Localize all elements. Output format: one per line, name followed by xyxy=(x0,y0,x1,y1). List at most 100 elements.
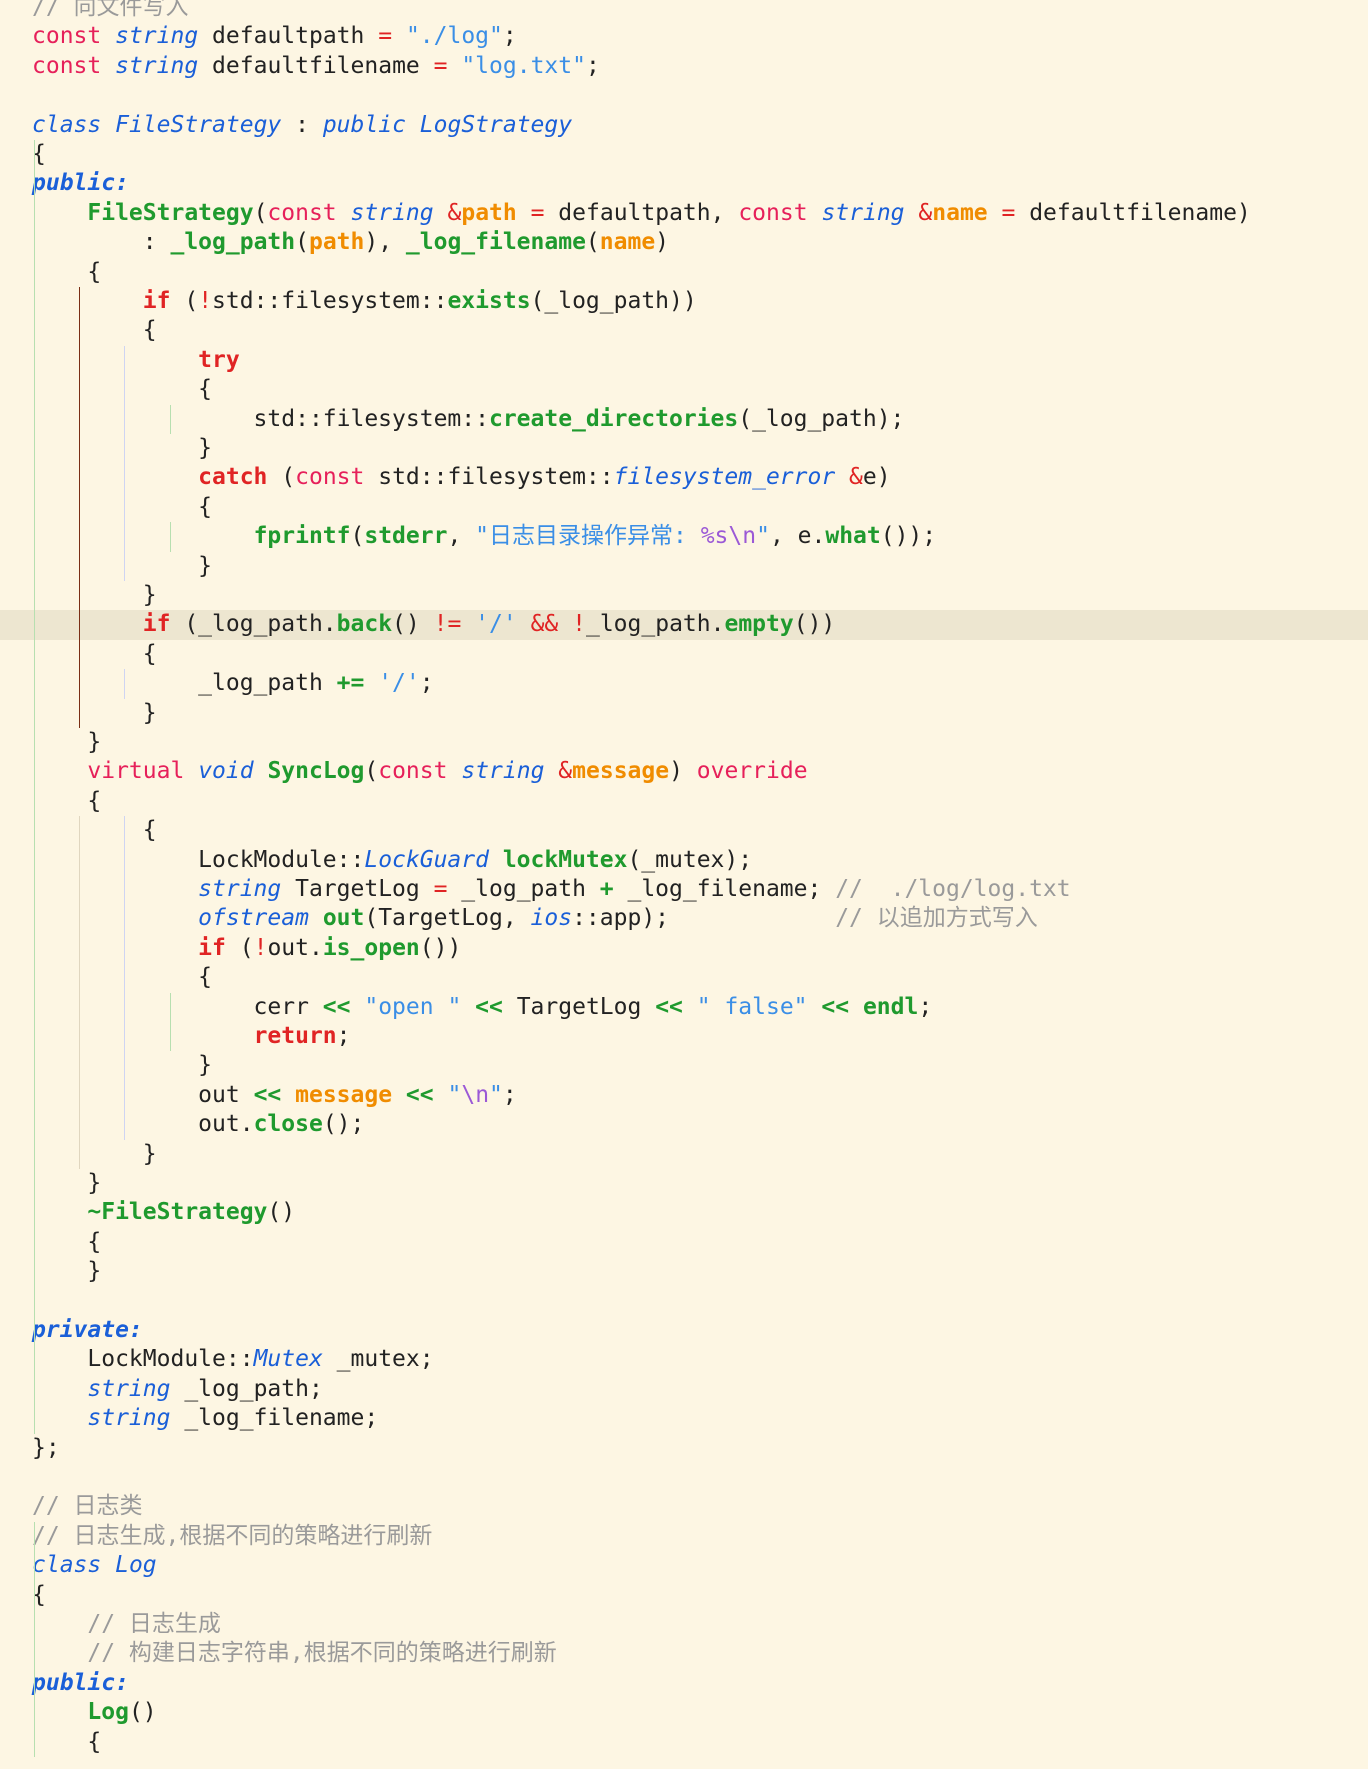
code-line[interactable]: } xyxy=(0,1140,1368,1169)
code-line[interactable]: } xyxy=(0,728,1368,757)
code-line[interactable]: const string defaultpath = "./log"; xyxy=(0,22,1368,51)
code-token: ( xyxy=(585,229,600,256)
code-line[interactable]: class FileStrategy : public LogStrategy xyxy=(0,111,1368,140)
code-token: } xyxy=(32,1052,213,1079)
code-line[interactable]: _log_path += '/'; xyxy=(0,669,1368,698)
code-line[interactable]: } xyxy=(0,1257,1368,1286)
indent-guide xyxy=(169,404,171,434)
code-line[interactable]: } xyxy=(0,552,1368,581)
code-line[interactable]: cerr << "open " << TargetLog << " false"… xyxy=(0,993,1368,1022)
code-line[interactable]: { xyxy=(0,140,1368,169)
code-line[interactable]: LockModule::Mutex _mutex; xyxy=(0,1345,1368,1374)
code-line[interactable]: { xyxy=(0,640,1368,669)
code-line[interactable]: Log() xyxy=(0,1698,1368,1727)
code-line[interactable]: try xyxy=(0,346,1368,375)
code-token: string xyxy=(350,199,434,226)
code-token: cerr xyxy=(32,993,323,1020)
code-line[interactable]: virtual void SyncLog(const string &messa… xyxy=(0,757,1368,786)
code-line[interactable]: ofstream out(TargetLog, ios::app); // 以追… xyxy=(0,904,1368,933)
code-line[interactable]: if (!out.is_open()) xyxy=(0,934,1368,963)
code-line[interactable]: { xyxy=(0,375,1368,404)
code-line[interactable]: { xyxy=(0,1228,1368,1257)
code-line[interactable]: { xyxy=(0,963,1368,992)
code-line[interactable]: return; xyxy=(0,1022,1368,1051)
code-line[interactable]: const string defaultfilename = "log.txt"… xyxy=(0,52,1368,81)
code-line[interactable]: LockModule::LockGuard lockMutex(_mutex); xyxy=(0,846,1368,875)
code-token: FileStrategy xyxy=(87,199,254,226)
code-token: e) xyxy=(862,464,891,491)
code-token: { xyxy=(32,787,102,814)
code-line[interactable]: class Log xyxy=(0,1551,1368,1580)
code-line[interactable]: // 日志生成,根据不同的策略进行刷新 xyxy=(0,1522,1368,1551)
code-line[interactable]: }; xyxy=(0,1434,1368,1463)
code-line[interactable]: { xyxy=(0,1581,1368,1610)
code-line[interactable]: string TargetLog = _log_path + _log_file… xyxy=(0,875,1368,904)
code-token: empty xyxy=(724,611,794,638)
code-line[interactable]: } xyxy=(0,1169,1368,1198)
code-token: ! xyxy=(253,934,268,961)
code-line[interactable]: // 日志类 xyxy=(0,1492,1368,1521)
code-line[interactable]: if (_log_path.back() != '/' && !_log_pat… xyxy=(0,610,1368,640)
code-line[interactable]: } xyxy=(0,699,1368,728)
code-line[interactable]: if (!std::filesystem::exists(_log_path)) xyxy=(0,287,1368,316)
code-token: is_open xyxy=(322,934,420,961)
code-token: << xyxy=(821,993,850,1020)
code-line[interactable]: private: xyxy=(0,1316,1368,1345)
code-token: defaultpath xyxy=(198,23,379,50)
code-token: class xyxy=(32,1552,102,1579)
code-token: // 日志生成 xyxy=(87,1611,221,1637)
code-line[interactable]: catch (const std::filesystem::filesystem… xyxy=(0,463,1368,492)
code-line[interactable]: std::filesystem::create_directories(_log… xyxy=(0,405,1368,434)
code-token: Mutex xyxy=(253,1346,323,1373)
code-line[interactable]: { xyxy=(0,493,1368,522)
code-line[interactable] xyxy=(0,1287,1368,1316)
code-line[interactable]: ~FileStrategy() xyxy=(0,1198,1368,1227)
code-line[interactable]: fprintf(stderr, "日志目录操作异常: %s\n", e.what… xyxy=(0,522,1368,551)
code-line[interactable]: out << message << "\n"; xyxy=(0,1081,1368,1110)
code-line[interactable]: // 构建日志字符串,根据不同的策略进行刷新 xyxy=(0,1639,1368,1668)
code-line[interactable]: } xyxy=(0,581,1368,610)
code-token: (_log_path); xyxy=(738,405,905,432)
code-line[interactable]: { xyxy=(0,316,1368,345)
code-line[interactable]: { xyxy=(0,258,1368,287)
indent-guide xyxy=(79,816,81,1169)
code-token: (_log_path. xyxy=(170,611,337,638)
code-line[interactable]: } xyxy=(0,434,1368,463)
code-token: fprintf xyxy=(253,523,351,550)
code-token: override xyxy=(696,758,808,785)
code-line[interactable]: out.close(); xyxy=(0,1110,1368,1139)
code-token: << xyxy=(322,993,351,1020)
code-line[interactable] xyxy=(0,1463,1368,1492)
code-line[interactable]: string _log_filename; xyxy=(0,1404,1368,1433)
code-line[interactable]: { xyxy=(0,1728,1368,1757)
code-line[interactable]: public: xyxy=(0,169,1368,198)
code-token: += xyxy=(336,670,365,697)
code-token: { xyxy=(32,1228,102,1255)
code-line[interactable]: : _log_path(path), _log_filename(name) xyxy=(0,228,1368,257)
code-line[interactable]: // 向文件写入 xyxy=(0,0,1368,22)
code-token: ; xyxy=(336,1023,351,1049)
code-token: const xyxy=(32,52,102,79)
code-token: public xyxy=(322,111,406,138)
code-token: _log_path xyxy=(170,229,296,256)
code-line[interactable]: // 日志生成 xyxy=(0,1610,1368,1639)
code-line[interactable] xyxy=(0,81,1368,110)
code-line[interactable]: FileStrategy(const string &path = defaul… xyxy=(0,199,1368,228)
indent-guide xyxy=(169,522,171,552)
code-editor[interactable]: // 向文件写入 const string defaultpath = "./lo… xyxy=(0,0,1368,1769)
code-token: ( xyxy=(253,199,268,226)
code-line[interactable]: { xyxy=(0,816,1368,845)
code-line[interactable]: string _log_path; xyxy=(0,1375,1368,1404)
code-token: virtual xyxy=(87,758,185,785)
code-line[interactable]: { xyxy=(0,787,1368,816)
code-line[interactable]: } xyxy=(0,1051,1368,1080)
code-token: std::filesystem:: xyxy=(212,288,448,314)
code-line[interactable]: public: xyxy=(0,1669,1368,1698)
